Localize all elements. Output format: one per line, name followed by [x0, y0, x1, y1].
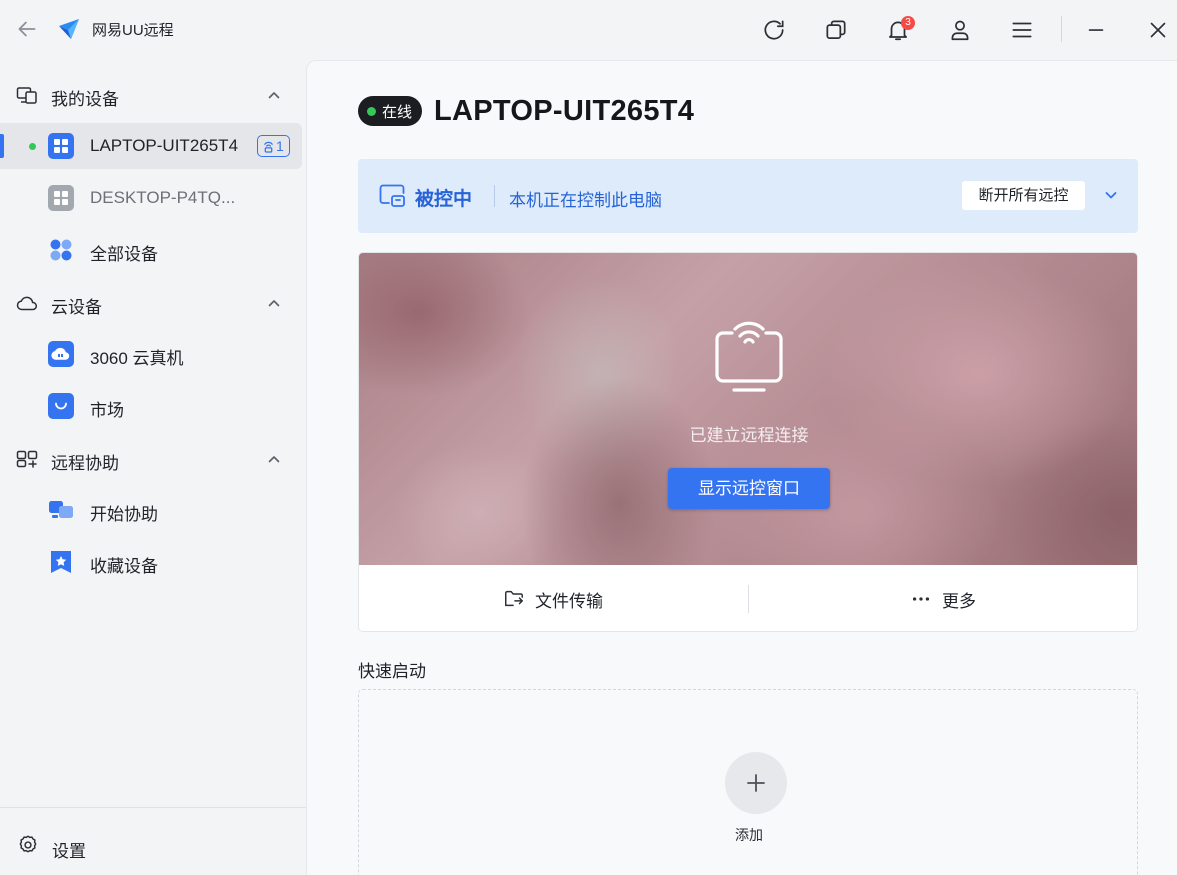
preview-overlay — [359, 253, 1137, 565]
menu-icon[interactable] — [1009, 17, 1035, 43]
windows-icon — [48, 185, 74, 211]
controlled-banner: 被控中 本机正在控制此电脑 断开所有远控 — [358, 159, 1138, 233]
quick-launch-area: 添加 — [358, 689, 1138, 875]
section-label: 我的设备 — [51, 90, 119, 109]
show-remote-window-button[interactable]: 显示远控窗口 — [668, 468, 830, 509]
folder-transfer-icon — [505, 590, 523, 607]
plus-icon — [747, 774, 765, 792]
assist-icon — [16, 449, 38, 469]
sidebar-item-desktop[interactable]: DESKTOP-P4TQ... — [0, 175, 302, 221]
cloud-pc-icon — [48, 341, 74, 367]
banner-description: 本机正在控制此电脑 — [509, 191, 662, 210]
status-badge: 在线 — [358, 96, 423, 126]
app-logo-icon — [56, 16, 82, 42]
sidebar: 我的设备 LAPTOP-UIT265T4 1 DESKTOP-P4TQ... 全… — [0, 60, 306, 875]
device-header: 在线 LAPTOP-UIT265T4 — [358, 95, 694, 127]
sidebar-item-all-devices[interactable]: 全部设备 — [0, 227, 302, 273]
settings-label: 设置 — [52, 842, 86, 861]
more-button[interactable]: 更多 — [749, 565, 1137, 631]
cloud-icon — [16, 293, 38, 313]
active-indicator — [0, 134, 4, 158]
device-actions: 文件传输 更多 — [359, 565, 1137, 631]
sidebar-item-label: 3060 云真机 — [90, 349, 184, 368]
banner-divider — [494, 185, 495, 207]
status-label: 在线 — [382, 103, 413, 121]
sidebar-item-label: 收藏设备 — [90, 557, 158, 576]
quick-launch-title: 快速启动 — [358, 662, 426, 681]
app-title: 网易UU远程 — [92, 22, 174, 39]
sidebar-item-market[interactable]: 市场 — [0, 383, 302, 429]
windows-icon — [48, 133, 74, 159]
user-icon[interactable] — [947, 17, 973, 43]
section-cloud-devices[interactable]: 云设备 — [0, 281, 306, 325]
sidebar-item-laptop[interactable]: LAPTOP-UIT265T4 1 — [0, 123, 302, 169]
file-transfer-button[interactable]: 文件传输 — [359, 565, 747, 631]
devices-icon — [16, 85, 38, 105]
multi-window-icon[interactable] — [823, 17, 849, 43]
sidebar-item-label: 市场 — [90, 401, 124, 420]
settings-button[interactable]: 设置 — [0, 826, 306, 866]
add-button[interactable] — [725, 752, 787, 814]
remote-connection-icon — [704, 315, 794, 395]
more-dots-icon — [912, 597, 930, 601]
sidebar-item-label: LAPTOP-UIT265T4 — [90, 136, 239, 155]
titlebar-divider — [1061, 16, 1062, 42]
remote-screen-icon — [378, 183, 406, 209]
section-my-devices[interactable]: 我的设备 — [0, 73, 306, 117]
sidebar-item-label: 全部设备 — [90, 245, 158, 264]
notification-badge: 3 — [901, 16, 915, 30]
gear-icon — [17, 834, 39, 856]
refresh-icon[interactable] — [761, 17, 787, 43]
chevron-up-icon[interactable] — [266, 295, 282, 311]
sidebar-divider — [0, 807, 306, 808]
more-label: 更多 — [942, 591, 976, 611]
connection-count-tag: 1 — [257, 135, 290, 157]
connection-count: 1 — [276, 137, 284, 154]
sidebar-item-favorites[interactable]: 收藏设备 — [0, 539, 302, 585]
sidebar-item-start-assist[interactable]: 开始协助 — [0, 487, 302, 533]
sidebar-item-label: 开始协助 — [90, 505, 158, 524]
start-assist-icon — [48, 497, 74, 523]
close-icon[interactable] — [1145, 17, 1171, 43]
add-label: 添加 — [735, 827, 763, 843]
section-remote-assist[interactable]: 远程协助 — [0, 437, 306, 481]
back-arrow-icon[interactable] — [14, 16, 40, 42]
online-status-dot — [29, 143, 36, 150]
chevron-up-icon[interactable] — [266, 451, 282, 467]
section-label: 远程协助 — [51, 454, 119, 473]
sidebar-item-label: DESKTOP-P4TQ... — [90, 188, 236, 207]
section-label: 云设备 — [51, 298, 102, 317]
file-transfer-label: 文件传输 — [535, 591, 603, 611]
desktop-preview: 已建立远程连接 显示远控窗口 — [359, 253, 1137, 565]
sidebar-item-cloud-pc[interactable]: 3060 云真机 — [0, 331, 302, 377]
chevron-up-icon[interactable] — [266, 87, 282, 103]
chevron-down-icon[interactable] — [1103, 187, 1119, 203]
shopping-bag-icon — [48, 393, 74, 419]
device-card: 已建立远程连接 显示远控窗口 文件传输 更多 — [358, 252, 1138, 632]
connection-status-text: 已建立远程连接 — [689, 426, 809, 445]
disconnect-all-button[interactable]: 断开所有远控 — [962, 181, 1085, 210]
banner-title: 被控中 — [415, 189, 473, 210]
online-status-dot — [367, 106, 376, 116]
minimize-icon[interactable] — [1083, 17, 1109, 43]
grid-dots-icon — [48, 237, 74, 263]
page-title: LAPTOP-UIT265T4 — [434, 94, 695, 127]
title-bar: 网易UU远程 3 — [0, 0, 1177, 60]
main-panel: 在线 LAPTOP-UIT265T4 被控中 本机正在控制此电脑 断开所有远控 … — [306, 60, 1177, 875]
star-bookmark-icon — [48, 549, 74, 575]
